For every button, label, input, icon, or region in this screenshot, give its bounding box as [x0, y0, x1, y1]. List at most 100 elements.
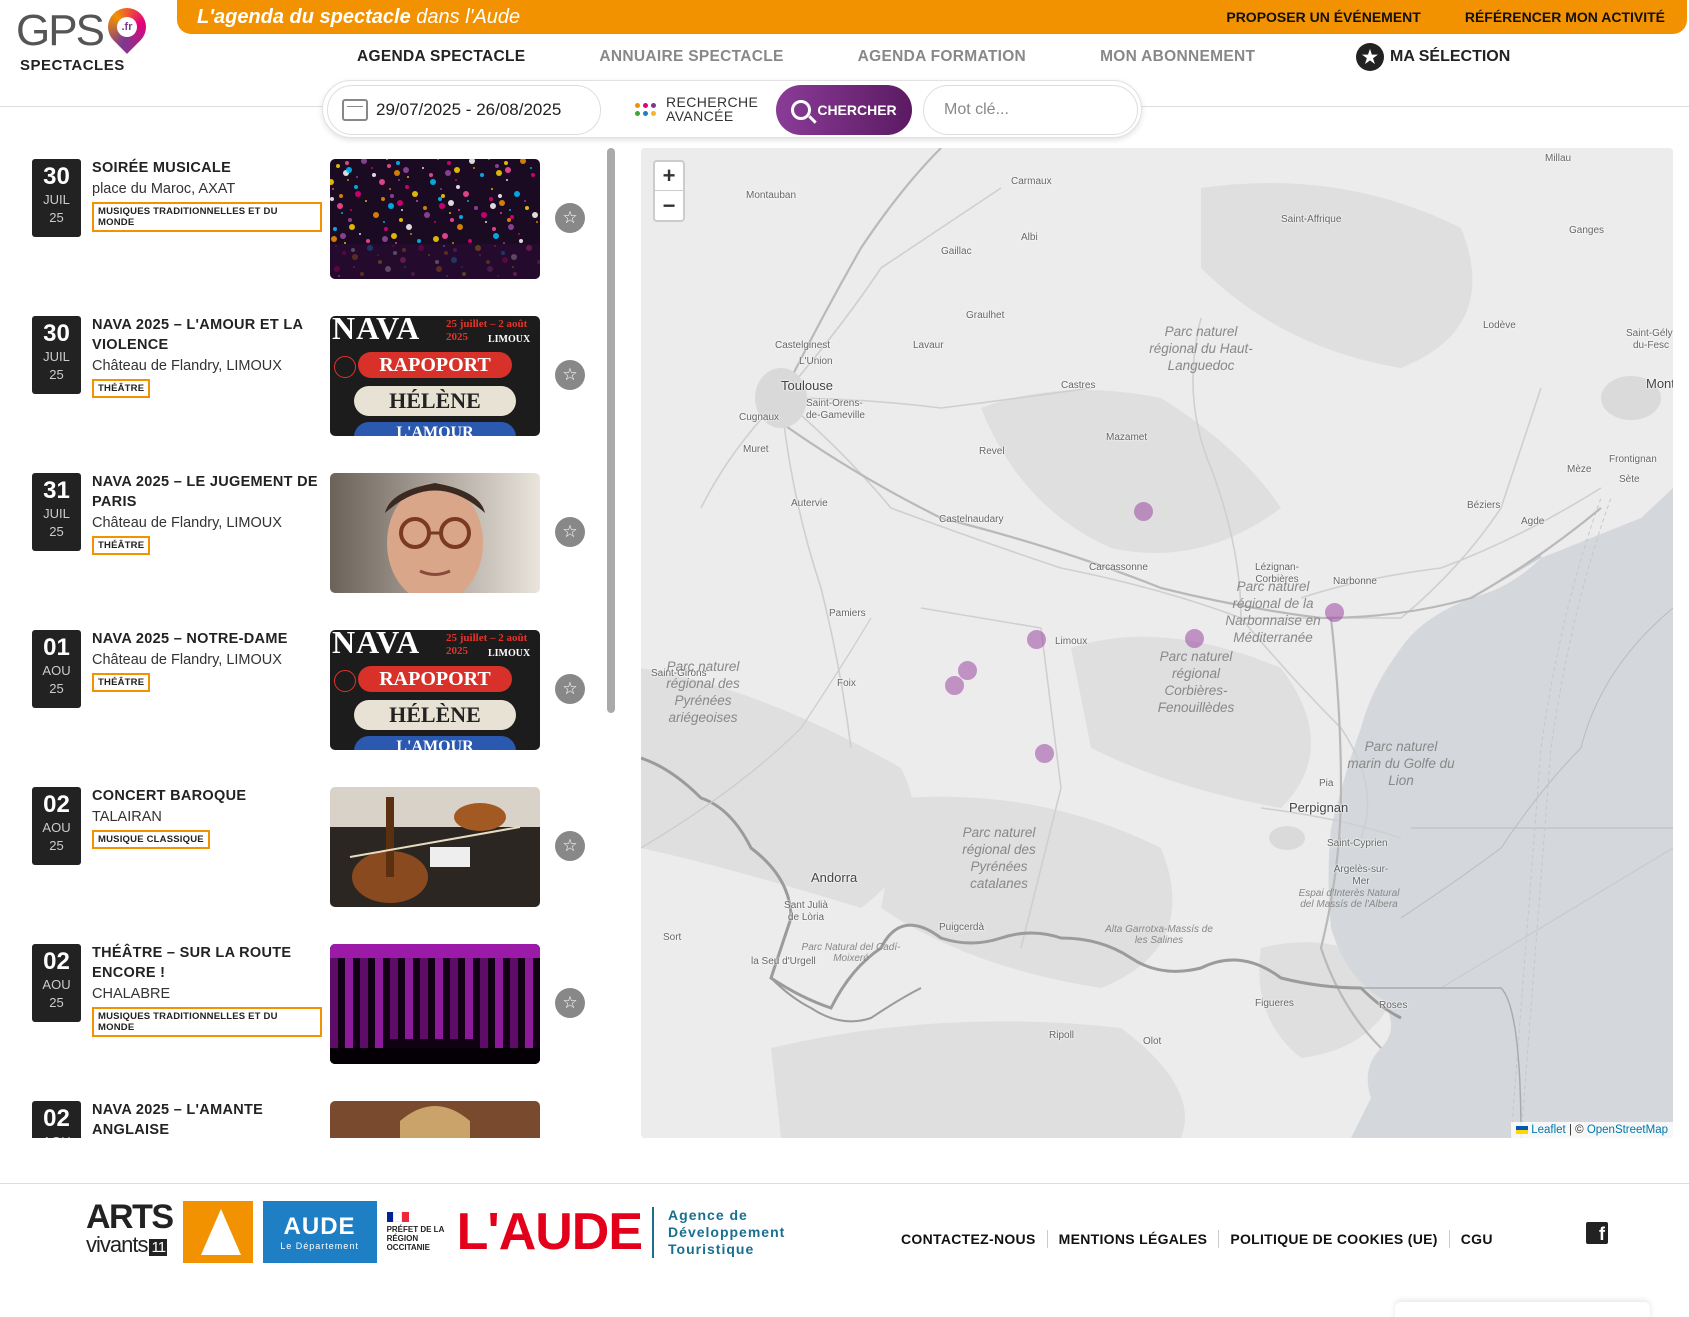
map-place-label: Saint-Gély-du-Fesc: [1625, 328, 1673, 351]
nav-annuaire-spectacle[interactable]: ANNUAIRE SPECTACLE: [599, 48, 783, 66]
search-button[interactable]: CHERCHER: [776, 85, 912, 135]
map-place-label: Cugnaux: [739, 412, 780, 423]
event-title[interactable]: NAVA 2025 – L'AMOUR ET LA VIOLENCE: [92, 315, 324, 355]
map-event-marker[interactable]: [1134, 502, 1153, 521]
prefet-text: PRÉFET DE LA RÉGION OCCITANIE: [386, 1225, 445, 1252]
map-place-label: Andorra: [811, 870, 858, 885]
tagline-bold: L'agenda du spectacle: [197, 6, 411, 28]
propose-event-link[interactable]: PROPOSER UN ÉVÉNEMENT: [1226, 9, 1420, 25]
event-title[interactable]: SOIRÉE MUSICALE: [92, 158, 324, 178]
prefet-occitanie-logo[interactable]: PRÉFET DE LA RÉGION OCCITANIE: [386, 1212, 447, 1252]
map-canvas: [641, 148, 1673, 1138]
cookie-policy-link[interactable]: POLITIQUE DE COOKIES (UE): [1230, 1231, 1437, 1247]
arts-badge: 11: [149, 1238, 168, 1256]
event-title[interactable]: NAVA 2025 – L'AMANTE ANGLAISE: [92, 1100, 324, 1138]
event-card[interactable]: 02 AOU 25 THÉÂTRE – SUR LA ROUTE ENCORE …: [32, 933, 592, 1064]
leaflet-link[interactable]: Leaflet: [1531, 1124, 1566, 1136]
favorite-star-icon[interactable]: ☆: [555, 988, 585, 1018]
map-place-label: Lodève: [1483, 320, 1516, 331]
page-root: GPS .fr SPECTACLES L'agenda du spectacle…: [0, 0, 1689, 1317]
map-event-marker[interactable]: [1035, 744, 1054, 763]
event-card[interactable]: 01 AOU 25 NAVA 2025 – NOTRE-DAME Château…: [32, 619, 592, 750]
arts-vivants-logo[interactable]: ARTS vivants 11: [86, 1200, 174, 1262]
facebook-icon[interactable]: f: [1586, 1222, 1608, 1244]
event-day: 02: [43, 791, 70, 818]
zoom-out-button[interactable]: −: [655, 191, 683, 220]
map-event-marker[interactable]: [1027, 630, 1046, 649]
favorite-star-icon[interactable]: ☆: [555, 360, 585, 390]
legal-mentions-link[interactable]: MENTIONS LÉGALES: [1059, 1231, 1208, 1247]
event-category-tag[interactable]: THÉÂTRE: [92, 379, 151, 398]
event-category-tag[interactable]: MUSIQUES TRADITIONNELLES ET DU MONDE: [92, 202, 322, 232]
favorite-star-icon[interactable]: ☆: [555, 674, 585, 704]
nav-agenda-formation[interactable]: AGENDA FORMATION: [858, 48, 1026, 66]
event-title[interactable]: THÉÂTRE – SUR LA ROUTE ENCORE !: [92, 943, 324, 983]
event-title[interactable]: NAVA 2025 – LE JUGEMENT DE PARIS: [92, 472, 324, 512]
list-scrollbar[interactable]: [607, 148, 615, 713]
agence-line-1: Agence de: [668, 1206, 748, 1223]
event-title[interactable]: NAVA 2025 – NOTRE-DAME: [92, 629, 324, 649]
nav-agenda-spectacle[interactable]: AGENDA SPECTACLE: [357, 48, 525, 66]
map-place-label: Mazamet: [1106, 432, 1148, 443]
logo-text: GPS: [16, 6, 105, 55]
osm-link[interactable]: OpenStreetMap: [1587, 1124, 1668, 1136]
zoom-control: + −: [653, 160, 685, 222]
event-category-tag[interactable]: THÉÂTRE: [92, 536, 151, 555]
favorite-star-icon[interactable]: ☆: [555, 203, 585, 233]
event-category-tag[interactable]: MUSIQUE CLASSIQUE: [92, 830, 210, 849]
map-event-marker[interactable]: [945, 676, 964, 695]
agence-tourisme-logo[interactable]: Agence de Développement Touristique: [652, 1206, 785, 1258]
event-date-badge: 02 AOU 25: [32, 1101, 81, 1138]
favorite-star-icon[interactable]: ☆: [555, 517, 585, 547]
my-selection-link[interactable]: ★ MA SÉLECTION: [1356, 43, 1510, 71]
event-card[interactable]: 30 JUIL 25 NAVA 2025 – L'AMOUR ET LA VIO…: [32, 305, 592, 436]
poster-name-2: HÉLÈNE: [354, 386, 516, 416]
poster-seal-icon: [334, 356, 356, 378]
cookie-widget-tab[interactable]: [1395, 1302, 1650, 1317]
event-thumbnail[interactable]: [330, 159, 540, 279]
event-info: CONCERT BAROQUE TALAIRAN MUSIQUE CLASSIQ…: [92, 786, 324, 849]
map-place-label: Montpellier: [1646, 376, 1673, 391]
map-place-label: Saint-Orens-de-Gameville: [806, 398, 865, 421]
aude-departement-logo[interactable]: AUDE Le Département: [262, 1201, 377, 1263]
events-map[interactable]: Carmaux Montauban Millau Albi Gaillac Saint-A…: [641, 148, 1673, 1138]
event-category-tag[interactable]: THÉÂTRE: [92, 673, 151, 692]
event-list[interactable]: 30 JUIL 25 SOIRÉE MUSICALE place du Maro…: [0, 148, 620, 1138]
event-place: Château de Flandry, LIMOUX: [92, 652, 282, 668]
map-event-marker[interactable]: [958, 661, 977, 680]
favorite-star-icon[interactable]: ☆: [555, 831, 585, 861]
event-thumbnail[interactable]: [330, 944, 540, 1064]
event-info: THÉÂTRE – SUR LA ROUTE ENCORE ! CHALABRE…: [92, 943, 324, 1037]
zoom-in-button[interactable]: +: [655, 162, 683, 191]
map-event-marker[interactable]: [1325, 603, 1344, 622]
event-card[interactable]: 02 AOU 25 CONCERT BAROQUE TALAIRAN MUSIQ…: [32, 776, 592, 907]
event-card[interactable]: 31 JUIL 25 NAVA 2025 – LE JUGEMENT DE PA…: [32, 462, 592, 593]
keyword-input[interactable]: [923, 85, 1138, 135]
laude-logo[interactable]: L'AUDE: [457, 1202, 643, 1262]
cgu-link[interactable]: CGU: [1461, 1231, 1493, 1247]
logo-subtitle: SPECTACLES: [20, 57, 125, 74]
event-category-tag[interactable]: MUSIQUES TRADITIONNELLES ET DU MONDE: [92, 1007, 322, 1037]
map-park-label: Parc naturel marin du Golfe du Lion: [1347, 739, 1455, 788]
event-thumbnail[interactable]: NAVA 25 juillet – 2 août 2025 LIMOUX RAP…: [330, 316, 540, 436]
date-range-value: 29/07/2025 - 26/08/2025: [376, 100, 562, 119]
event-date-badge: 31 JUIL 25: [32, 473, 81, 551]
event-card[interactable]: 30 JUIL 25 SOIRÉE MUSICALE place du Maro…: [32, 148, 592, 279]
event-thumbnail[interactable]: [330, 473, 540, 593]
event-card[interactable]: 02 AOU 25 NAVA 2025 – L'AMANTE ANGLAISE: [32, 1090, 592, 1138]
event-image: NAVA 25 juillet – 2 août 2025 LIMOUX RAP…: [330, 316, 540, 436]
star-icon: ★: [1356, 43, 1384, 71]
event-thumbnail[interactable]: [330, 1101, 540, 1138]
date-range-picker[interactable]: 29/07/2025 - 26/08/2025: [327, 85, 601, 135]
contact-link[interactable]: CONTACTEZ-NOUS: [901, 1231, 1036, 1247]
event-thumbnail[interactable]: [330, 787, 540, 907]
site-logo[interactable]: GPS .fr SPECTACLES: [16, 0, 156, 76]
advanced-search-button[interactable]: RECHERCHE AVANCÉE: [635, 95, 758, 123]
nav-mon-abonnement[interactable]: MON ABONNEMENT: [1100, 48, 1255, 66]
event-thumbnail[interactable]: NAVA 25 juillet – 2 août 2025 LIMOUX RAP…: [330, 630, 540, 750]
event-day: 31: [43, 477, 70, 504]
event-title[interactable]: CONCERT BAROQUE: [92, 786, 324, 806]
map-event-marker[interactable]: [1185, 629, 1204, 648]
reference-activity-link[interactable]: RÉFÉRENCER MON ACTIVITÉ: [1465, 9, 1665, 25]
arts-line-1: ARTS: [86, 1197, 174, 1236]
